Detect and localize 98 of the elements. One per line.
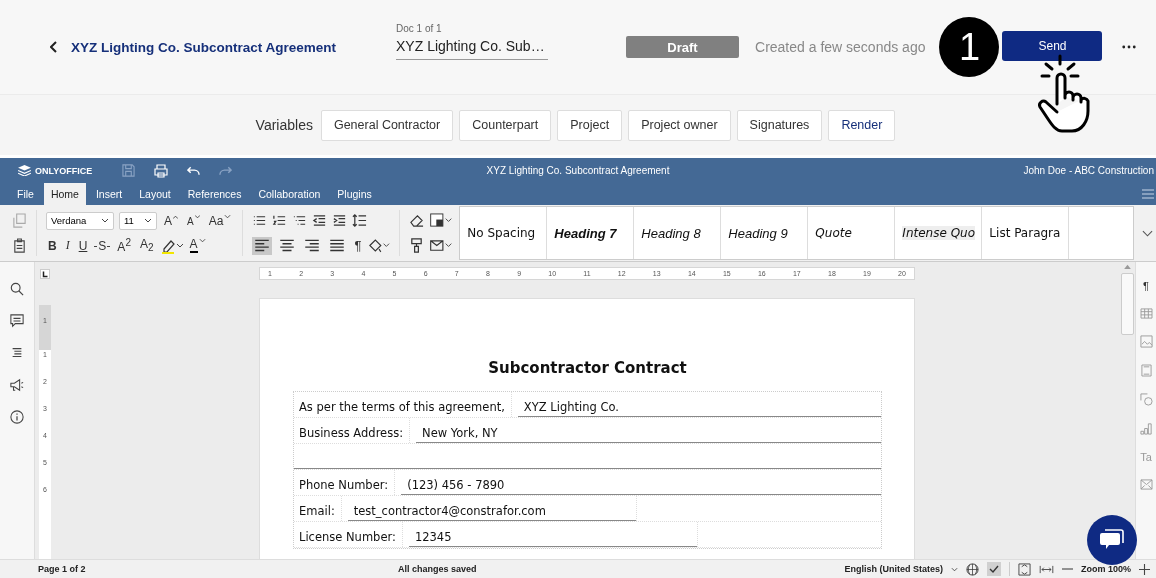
color-scheme-icon[interactable] xyxy=(429,213,454,228)
italic-button[interactable]: I xyxy=(63,238,72,253)
document-dropdown[interactable]: XYZ Lighting Co. Sub… xyxy=(396,37,548,60)
menu-tab[interactable]: Insert xyxy=(88,183,130,205)
variable-button[interactable]: Project owner xyxy=(628,109,731,141)
field-value: XYZ Lighting Co. xyxy=(517,400,881,417)
font-color-button[interactable]: A xyxy=(187,238,208,253)
fit-page-icon[interactable] xyxy=(1018,562,1031,576)
zoom-level: Zoom 100% xyxy=(1081,564,1131,574)
fill-icon[interactable] xyxy=(368,238,391,253)
sub-button[interactable]: A$_{2}$ xyxy=(137,237,156,254)
zoom-in-icon[interactable] xyxy=(1139,563,1150,575)
expand-styles-icon[interactable] xyxy=(1142,229,1154,237)
copy-style-icon[interactable] xyxy=(409,238,425,253)
comment-icon[interactable] xyxy=(10,314,24,328)
style-preset[interactable]: Heading 7 xyxy=(547,207,635,259)
numbering-icon[interactable] xyxy=(272,213,288,228)
chat-button[interactable] xyxy=(1087,515,1137,565)
field-value: test_contractor4@constrafor.com xyxy=(347,504,636,521)
menu-tab[interactable]: References xyxy=(180,183,249,205)
field-label: License Number: xyxy=(294,522,403,547)
menu-tab[interactable]: Layout xyxy=(132,183,178,205)
globe-icon[interactable] xyxy=(966,562,979,576)
page-counter: Page 1 of 2 xyxy=(38,564,87,574)
field-label: Business Address: xyxy=(294,418,411,443)
up-caret-icon xyxy=(173,214,178,219)
caret-icon[interactable] xyxy=(101,218,109,223)
bold-button[interactable]: B xyxy=(46,238,59,253)
field-value: 12345 xyxy=(408,530,697,547)
font-name-dropdown[interactable]: Verdana xyxy=(46,211,114,230)
undo-icon[interactable] xyxy=(187,165,201,176)
menu-tab[interactable]: Plugins xyxy=(330,183,379,205)
super-button[interactable]: A$^{2}$ xyxy=(115,237,133,254)
menu-tab[interactable]: File xyxy=(10,183,41,205)
decrease-font-button[interactable]: A xyxy=(185,214,202,227)
variables-label: Variables xyxy=(255,117,313,133)
variable-button[interactable]: Counterpart xyxy=(459,109,552,141)
variable-button[interactable]: Project xyxy=(557,109,623,141)
style-preset[interactable]: Heading 8 xyxy=(634,207,722,259)
document-heading: Subcontractor Contract xyxy=(487,359,688,377)
caret-icon xyxy=(198,238,206,243)
field-label: Phone Number: xyxy=(294,470,396,495)
caret-icon xyxy=(224,213,232,219)
variable-button[interactable]: Signatures xyxy=(736,109,823,141)
field-value: (123) 456 - 7890 xyxy=(401,478,881,495)
style-preset[interactable]: Intense Quo xyxy=(895,207,983,259)
user-name: John Doe - ABC Construction xyxy=(1023,165,1155,176)
spellcheck-icon[interactable] xyxy=(987,562,1001,576)
doc-counter: Doc 1 of 1 xyxy=(396,22,443,34)
field-label: Email: xyxy=(294,496,342,521)
style-preset[interactable]: No Spacing xyxy=(460,207,548,259)
down-caret-icon xyxy=(194,215,200,219)
bullets-icon[interactable] xyxy=(252,213,268,228)
info-icon[interactable] xyxy=(10,410,24,424)
caret-icon[interactable] xyxy=(144,218,152,223)
change-case-button[interactable]: Aa xyxy=(206,213,234,228)
created-time: Created a few seconds ago xyxy=(755,39,926,55)
print-icon[interactable] xyxy=(154,163,169,178)
scrollbar-thumb[interactable] xyxy=(1121,273,1134,335)
megaphone-icon[interactable] xyxy=(10,378,24,392)
variable-button[interactable]: General Contractor xyxy=(320,109,454,141)
menu-tab[interactable]: Collaboration xyxy=(251,183,328,205)
search-icon[interactable] xyxy=(10,282,24,296)
menu-tab[interactable]: Home xyxy=(43,183,86,205)
style-preset[interactable]: Quote xyxy=(808,207,896,259)
paste-icon[interactable] xyxy=(12,238,27,253)
fit-width-icon[interactable] xyxy=(1039,564,1054,574)
render-button[interactable]: Render xyxy=(828,109,896,141)
step-marker: 1 xyxy=(939,17,1000,77)
back-chevron-icon[interactable] xyxy=(50,41,58,53)
chat-bubble-icon xyxy=(1100,529,1124,551)
tab-stop-icon[interactable] xyxy=(40,269,50,279)
more-options-icon[interactable] xyxy=(1122,45,1137,49)
eraser-icon[interactable] xyxy=(409,213,425,228)
save-status: All changes saved xyxy=(398,564,477,574)
agreement-title: XYZ Lighting Co. Subcontract Agreement xyxy=(71,39,336,55)
underline-button[interactable]: U xyxy=(76,238,90,253)
strike-button[interactable]: S xyxy=(94,238,111,253)
multilevel-icon[interactable] xyxy=(292,213,308,228)
language-selector[interactable]: English (United States) xyxy=(844,564,943,574)
field-value: New York, NY xyxy=(416,426,881,443)
document-title: XYZ Lighting Co. Subcontract Agreement xyxy=(486,165,670,176)
nonprinting-button[interactable]: ¶ xyxy=(352,238,364,253)
send-button[interactable]: Send xyxy=(1002,30,1103,61)
outdent-icon[interactable] xyxy=(312,213,328,228)
mail-merge-icon[interactable] xyxy=(429,238,454,253)
style-preset[interactable]: Heading 9 xyxy=(721,207,809,259)
language-caret-icon[interactable] xyxy=(951,566,958,572)
indent-icon[interactable] xyxy=(332,213,348,228)
increase-font-button[interactable]: A xyxy=(162,213,180,228)
paragraph-settings-button[interactable]: ¶ xyxy=(1143,280,1149,292)
font-size-dropdown[interactable]: 11 xyxy=(119,211,157,230)
style-preset[interactable]: List Paragra xyxy=(982,207,1070,259)
onlyoffice-logo: ONLYOFFICE xyxy=(18,165,93,176)
field-label: As per the terms of this agreement, xyxy=(294,392,512,417)
navigation-icon[interactable] xyxy=(10,346,24,360)
spacing-icon[interactable] xyxy=(352,213,368,228)
draft-status-badge: Draft xyxy=(626,36,739,58)
